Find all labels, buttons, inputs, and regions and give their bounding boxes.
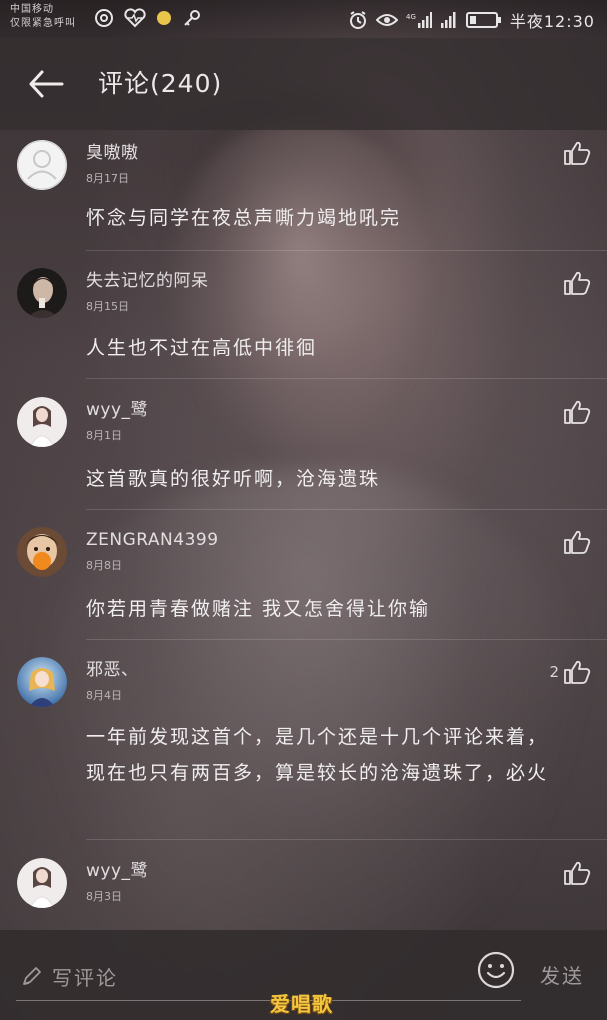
- carrier-info: 中国移动 仅限紧急呼叫: [10, 3, 76, 31]
- system-icons: 4G 半夜12:30: [348, 8, 595, 32]
- comment-text: 人生也不过在高低中徘徊: [86, 337, 318, 359]
- comment-divider: [86, 378, 607, 379]
- comment-divider: [86, 839, 607, 840]
- music-app-icon: [94, 8, 114, 28]
- portrait-avatar[interactable]: [17, 268, 67, 318]
- smiley-icon: [477, 951, 515, 989]
- thumbs-up-icon: [564, 660, 591, 684]
- comment-username[interactable]: wyy_鹭: [86, 860, 148, 882]
- battery-icon: [465, 11, 502, 29]
- kid-avatar[interactable]: [17, 527, 67, 577]
- send-button[interactable]: 发送: [540, 960, 584, 989]
- thumbs-up-icon: [564, 271, 591, 295]
- comment-date: 8月1日: [86, 429, 122, 442]
- signal-icon-2: [440, 11, 458, 29]
- thumbs-up-icon: [564, 861, 591, 885]
- comment-text: 你若用青春做赌注 我又怎舍得让你输: [86, 598, 431, 620]
- comment-date: 8月17日: [86, 172, 129, 185]
- like-button[interactable]: [559, 860, 591, 886]
- girl-avatar[interactable]: [17, 397, 67, 447]
- comment-username[interactable]: 邪恶、: [86, 659, 139, 681]
- comment-divider: [86, 639, 607, 640]
- comment-date: 8月3日: [86, 890, 122, 903]
- thumbs-up-icon: [564, 530, 591, 554]
- clock-label: 半夜12:30: [509, 12, 595, 31]
- yellow-dot-icon: [156, 10, 172, 26]
- back-arrow-icon: [29, 70, 64, 98]
- page-title: 评论(240): [98, 69, 223, 98]
- comment-input-bar: 写评论 发送 爱唱歌: [0, 930, 607, 1020]
- thumbs-up-icon: [564, 400, 591, 424]
- input-placeholder: 写评论: [52, 965, 118, 990]
- like-button[interactable]: [559, 529, 591, 555]
- comment-divider: [86, 509, 607, 510]
- comment-username[interactable]: 臭嗷嗷: [86, 142, 139, 164]
- carrier-status: 仅限紧急呼叫: [10, 18, 76, 29]
- comment-divider: [86, 250, 607, 251]
- girl-avatar[interactable]: [17, 858, 67, 908]
- comment-text: 一年前发现这首个，是几个还是十几个评论来着，现在也只有两百多，算是较长的沧海遗珠…: [86, 726, 549, 784]
- default-avatar[interactable]: [17, 140, 67, 190]
- comment-text: 这首歌真的很好听啊，沧海遗珠: [86, 468, 381, 490]
- comment-date: 8月15日: [86, 300, 129, 313]
- key-icon: [182, 8, 202, 28]
- svg-text:4G: 4G: [406, 13, 416, 21]
- like-button[interactable]: 2: [549, 659, 591, 685]
- comment-input[interactable]: 写评论: [16, 952, 521, 1001]
- like-button[interactable]: [559, 140, 591, 166]
- like-button[interactable]: [559, 399, 591, 425]
- comment-date: 8月8日: [86, 559, 122, 572]
- status-bar: 中国移动 仅限紧急呼叫 4G 半夜12:30: [0, 0, 607, 38]
- thumbs-up-icon: [564, 141, 591, 165]
- emoji-button[interactable]: [476, 950, 516, 990]
- comment-date: 8月4日: [86, 689, 122, 702]
- eye-icon: [375, 12, 398, 28]
- anime-avatar[interactable]: [17, 657, 67, 707]
- comment-list[interactable]: 臭嗷嗷 8月17日 怀念与同学在夜总声嘶力竭地吼完 失去记忆的阿呆 8月15日 …: [0, 130, 607, 930]
- like-count: 2: [549, 663, 559, 681]
- comment-username[interactable]: wyy_鹭: [86, 399, 148, 421]
- carrier-name: 中国移动: [10, 4, 54, 15]
- pencil-icon: [20, 964, 44, 988]
- comment-text: 怀念与同学在夜总声嘶力竭地吼完: [86, 207, 402, 229]
- alarm-icon: [348, 10, 368, 30]
- comment-username[interactable]: 失去记忆的阿呆: [86, 270, 209, 292]
- health-heart-icon: [124, 8, 146, 28]
- site-watermark: 爱唱歌: [270, 992, 333, 1016]
- signal-icon: 4G: [406, 11, 432, 29]
- back-button[interactable]: [22, 60, 70, 108]
- top-app-bar: 评论(240): [0, 38, 607, 130]
- comment-username[interactable]: ZENGRAN4399: [86, 529, 219, 551]
- like-button[interactable]: [559, 270, 591, 296]
- notification-icons: [94, 8, 202, 28]
